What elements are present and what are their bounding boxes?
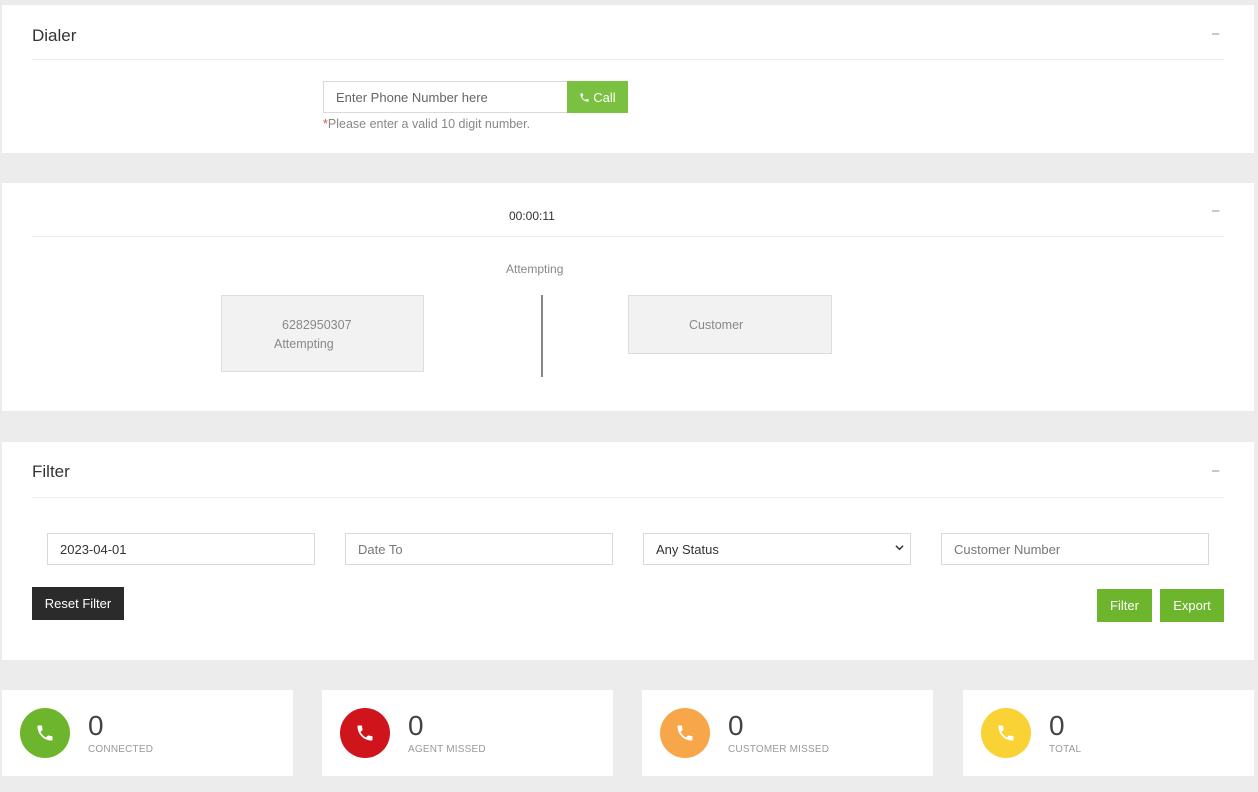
call-label: Call [593, 89, 616, 105]
stat-circle [20, 708, 70, 758]
phone-number-input[interactable] [323, 81, 568, 113]
stat-label: TOTAL [1049, 744, 1082, 755]
dialer-collapse-button[interactable]: − [1211, 27, 1220, 42]
status-selected: Any Status [656, 541, 719, 557]
call-status-text: Attempting [506, 262, 564, 276]
export-button[interactable]: Export [1160, 589, 1224, 622]
date-from-input[interactable]: 2023-04-01 [47, 533, 315, 565]
agent-status: Attempting [274, 337, 334, 351]
divider [32, 236, 1224, 237]
filter-title: Filter [32, 462, 70, 481]
filter-collapse-button[interactable]: − [1211, 464, 1220, 479]
call-button[interactable]: Call [567, 81, 628, 113]
stat-card-agent-missed: 0 AGENT MISSED [322, 690, 613, 776]
dialer-title: Dialer [32, 26, 77, 45]
stat-value: 0 [88, 710, 104, 741]
stat-label: CONNECTED [88, 744, 154, 755]
phone-hint: *Please enter a valid 10 digit number. [323, 117, 530, 131]
divider [32, 497, 1224, 498]
customer-number-placeholder: Customer Number [954, 541, 1061, 557]
date-to-input[interactable]: Date To [345, 533, 613, 565]
agent-box: 6282950307 Attempting [221, 295, 424, 372]
chevron-down-icon [895, 545, 904, 551]
phone-icon [580, 92, 589, 102]
filter-button[interactable]: Filter [1097, 589, 1152, 622]
stat-circle [981, 708, 1031, 758]
filter-panel: Filter − 2023-04-01 Date To Any Status C… [2, 442, 1254, 660]
stat-card-customer-missed: 0 CUSTOMER MISSED [642, 690, 933, 776]
call-timer: 00:00:11 [509, 209, 555, 223]
dialer-panel: Dialer − Call *Please enter a valid 10 d… [2, 5, 1254, 153]
stat-value: 0 [408, 710, 424, 741]
call-collapse-button[interactable]: − [1211, 204, 1220, 219]
stat-label: AGENT MISSED [408, 744, 486, 755]
phone-icon [37, 725, 53, 741]
connection-line [541, 295, 543, 377]
phone-icon [357, 725, 373, 741]
date-to-placeholder: Date To [358, 541, 403, 557]
phone-icon [998, 725, 1014, 741]
stat-card-connected: 0 CONNECTED [2, 690, 293, 776]
date-from-value: 2023-04-01 [60, 541, 127, 557]
agent-number: 6282950307 [282, 318, 352, 332]
customer-box: Customer [628, 295, 832, 354]
reset-filter-button[interactable]: Reset Filter [32, 587, 124, 620]
stat-value: 0 [728, 710, 744, 741]
call-status-panel: 00:00:11 − Attempting 6282950307 Attempt… [2, 183, 1254, 411]
divider [32, 59, 1224, 60]
stat-value: 0 [1049, 710, 1065, 741]
hint-text: Please enter a valid 10 digit number. [327, 117, 531, 131]
customer-number-input[interactable]: Customer Number [941, 533, 1209, 565]
phone-icon [677, 725, 693, 741]
stat-circle [340, 708, 390, 758]
stat-card-total: 0 TOTAL [963, 690, 1254, 776]
status-select[interactable]: Any Status [643, 533, 911, 565]
stat-label: CUSTOMER MISSED [728, 744, 830, 755]
stat-circle [660, 708, 710, 758]
customer-label: Customer [689, 318, 744, 332]
